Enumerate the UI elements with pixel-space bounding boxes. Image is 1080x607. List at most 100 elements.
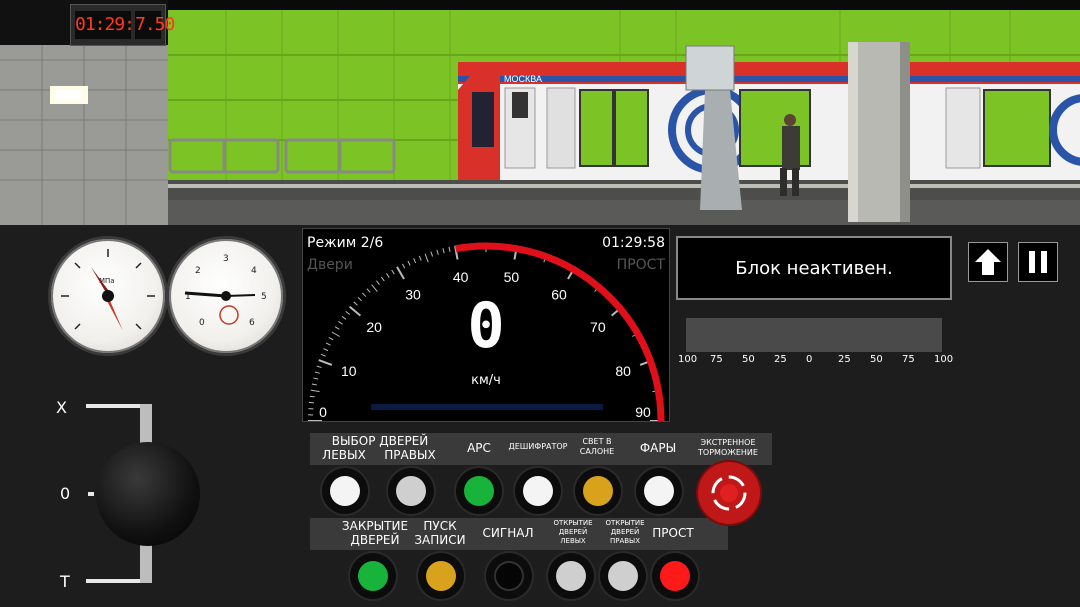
- speed-tick: [386, 273, 390, 278]
- prost-button[interactable]: [652, 553, 698, 599]
- load-scale-label: 0: [806, 354, 813, 365]
- open-left-doors-button[interactable]: [548, 553, 594, 599]
- speed-tick: [442, 248, 445, 254]
- signal-button[interactable]: [486, 553, 532, 599]
- speed-tick: [396, 266, 405, 280]
- home-button[interactable]: [968, 242, 1008, 282]
- controller-knob[interactable]: [96, 442, 200, 546]
- speed-tick: [308, 401, 314, 404]
- speed-tick: [309, 395, 315, 398]
- speed-bar: [371, 404, 603, 410]
- headlights-button[interactable]: [636, 468, 682, 514]
- signal-lamp: [494, 561, 524, 591]
- door-left-label: ЛЕВЫХ: [322, 448, 366, 462]
- gauge-tick-6: 6: [249, 318, 255, 328]
- ars-button[interactable]: [456, 468, 502, 514]
- doors-label: Двери: [307, 257, 353, 273]
- decoder-lamp: [523, 476, 553, 506]
- traction-load-bar: [686, 318, 942, 352]
- gauge-tick-2: 2: [195, 266, 201, 276]
- controller-label-t: T: [60, 572, 70, 591]
- close-doors-label: ЗАКРЫТИЕ ДВЕРЕЙ: [341, 519, 409, 547]
- cabin-light-lamp: [583, 476, 613, 506]
- speed-tick: [401, 263, 406, 269]
- speed-tick-label: 0: [319, 404, 327, 420]
- door-select-right-button[interactable]: [388, 468, 434, 514]
- speed-tick-label: 90: [635, 404, 651, 420]
- speed-tick: [407, 260, 411, 266]
- speed-tick-label: 80: [615, 363, 631, 379]
- gauge-tick-5: 5: [261, 292, 267, 302]
- start-recording-lamp: [426, 561, 456, 591]
- decoder-button[interactable]: [515, 468, 561, 514]
- speed-readout: 0: [467, 289, 505, 362]
- speed-tick: [318, 359, 333, 366]
- speed-tick: [325, 342, 331, 346]
- speed-tick: [353, 301, 358, 306]
- speed-tick: [341, 315, 347, 320]
- pause-icon: [1029, 251, 1047, 273]
- emergency-brake-button[interactable]: [698, 462, 760, 524]
- speed-tick-label: 30: [405, 287, 421, 303]
- signal-label: СИГНАЛ: [482, 526, 534, 540]
- door-select-left-button[interactable]: [322, 468, 368, 514]
- door-select-right-lamp: [396, 476, 426, 506]
- speed-tick: [311, 383, 317, 386]
- load-scale-label: 50: [742, 354, 755, 365]
- speed-tick: [331, 331, 340, 337]
- speed-unit: км/ч: [471, 373, 501, 388]
- cabin-light-button[interactable]: [575, 468, 621, 514]
- start-recording-button[interactable]: [418, 553, 464, 599]
- speed-tick: [361, 292, 367, 297]
- speed-tick: [320, 353, 326, 357]
- open-right-doors-button[interactable]: [600, 553, 646, 599]
- headlights-lamp: [644, 476, 674, 506]
- load-scale-label: 50: [870, 354, 883, 365]
- speed-tick-label: 40: [453, 269, 469, 285]
- mode-label: Режим 2/6: [307, 235, 384, 251]
- speed-tick-label: 70: [590, 319, 606, 335]
- gauge-tick-3: 3: [223, 254, 229, 264]
- train-name-text: МОСКВА: [504, 74, 542, 84]
- decoder-label: ДЕШИФРАТОР: [508, 442, 568, 451]
- home-icon: [975, 249, 1001, 275]
- speed-tick: [338, 321, 343, 325]
- hud-clock: 01:29:58: [75, 11, 155, 39]
- speed-tick: [436, 249, 439, 255]
- speedometer: 0 10 20 30 40 50 60 70 80 90 Режим 2/6 Двери 01:2…: [302, 228, 670, 422]
- speed-tick: [310, 389, 320, 393]
- headlights-label: ФАРЫ: [639, 441, 677, 455]
- block-status-text: Блок неактивен.: [735, 257, 893, 279]
- line-gauge-face: 0 1 2 3 4 5 6: [184, 254, 267, 328]
- load-scale-label: 25: [774, 354, 787, 365]
- hud-value: 7.50: [135, 11, 175, 39]
- speed-tick-label: 10: [341, 363, 357, 379]
- speed-tick: [376, 280, 380, 285]
- pause-button[interactable]: [1018, 242, 1058, 282]
- controller-label-x: X: [56, 398, 67, 417]
- speed-tick: [430, 251, 434, 257]
- speed-tick: [334, 326, 340, 330]
- speed-tick: [413, 258, 417, 264]
- status-label: ПРОСТ: [616, 257, 665, 273]
- speed-tick-label: 20: [366, 319, 382, 335]
- speed-tick: [424, 253, 429, 263]
- door-select-left-lamp: [330, 476, 360, 506]
- load-scale-label: 100: [934, 354, 954, 365]
- cabin-light-label: СВЕТ В САЛОНЕ: [579, 437, 615, 456]
- open-left-doors-lamp: [556, 561, 586, 591]
- door-right-label: ПРАВЫХ: [384, 448, 436, 462]
- close-doors-button[interactable]: [350, 553, 396, 599]
- speed-tick: [391, 269, 395, 275]
- speed-tick: [314, 371, 320, 374]
- controller-label-0: 0: [60, 484, 71, 503]
- prost-label: ПРОСТ: [652, 526, 694, 540]
- speed-tick: [323, 348, 329, 352]
- emergency-brake-label: ЭКСТРЕННОЕ ТОРМОЖЕНИЕ: [698, 438, 758, 457]
- speed-tick: [345, 311, 350, 315]
- block-status-display: Блок неактивен.: [676, 236, 952, 300]
- start-recording-label: ПУСК ЗАПИСИ: [414, 519, 466, 547]
- controller-lever[interactable]: X 0 T: [56, 398, 206, 598]
- load-scale-label: 25: [838, 354, 851, 365]
- load-scale-label: 100: [678, 354, 698, 365]
